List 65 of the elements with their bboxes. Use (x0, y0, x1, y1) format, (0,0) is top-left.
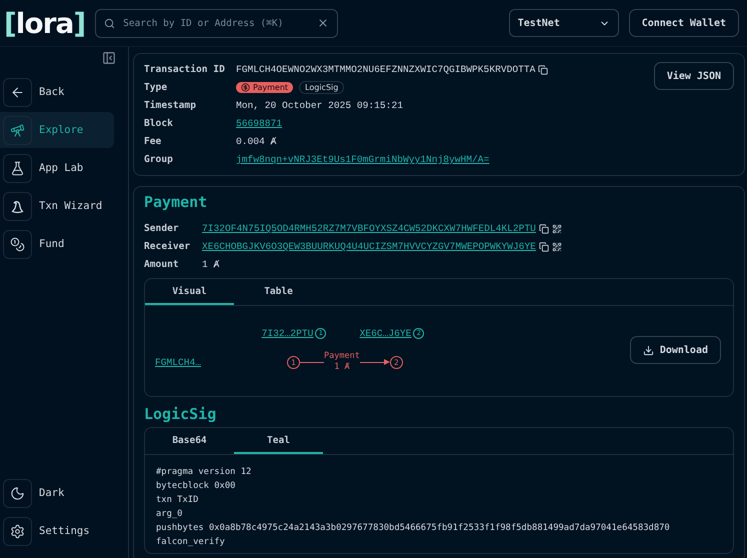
account-link[interactable]: 7I32…2PTU (262, 326, 314, 340)
field-label: Fee (144, 135, 162, 149)
qr-code-icon[interactable] (552, 242, 562, 252)
field-label: Group (144, 153, 174, 167)
transaction-link[interactable]: FGMLCH4… (155, 354, 245, 370)
field-label: Amount (144, 258, 180, 272)
field-link[interactable]: jmfw8nqn+vNRJ3Et9Us1F0mGrmiNbWyy1Nnj8ywHM/A= (236, 152, 490, 167)
tab[interactable]: Visual (145, 279, 234, 305)
address-link[interactable]: 7I32OF4N75IQ5OD4RMH52RZ7M7VBFOYXSZ4CW52DKCXW7HWFEDL4KL2PTU (202, 221, 536, 236)
flask-icon (10, 160, 25, 176)
section-title: Payment (144, 193, 208, 211)
telescope-icon (10, 122, 25, 138)
view-json-button[interactable]: View JSON (654, 62, 734, 90)
field-link[interactable]: 56698871 (236, 116, 282, 131)
field-label: Transaction ID (144, 63, 226, 77)
code-line: txn TxID (156, 494, 200, 507)
copy-icon[interactable] (538, 64, 548, 74)
tab[interactable]: Table (234, 279, 323, 305)
code-line: falcon_verify (156, 536, 226, 549)
search-icon (104, 18, 116, 28)
code-line: arg_0 (156, 508, 184, 521)
address-link[interactable]: XE6CHOBGJKV6O3QEW3BUURKUQ4U4UCIZSM7HVVCYZGV7MWEPOPWKYWJ6YE (202, 239, 536, 254)
code-line: bytecblock 0x00 (156, 480, 236, 493)
sidebar-item[interactable]: Fund (0, 226, 114, 262)
field-label: Type (144, 81, 168, 95)
copy-icon[interactable] (538, 224, 549, 234)
code-line: #pragma version 12 (156, 466, 252, 479)
collapse-sidebar-icon[interactable] (102, 51, 116, 65)
download-icon (642, 344, 654, 356)
field-label: Receiver (144, 240, 192, 254)
arrow-label: Payment 1 Ⱥ (324, 351, 360, 373)
field-value: Mon, 20 October 2025 09:15:21 (236, 99, 403, 113)
qr-code-icon[interactable] (552, 224, 562, 234)
field-label: Timestamp (144, 99, 197, 113)
moon-icon (10, 486, 25, 500)
copy-icon[interactable] (538, 242, 549, 252)
field-label: Block (144, 117, 174, 131)
tab[interactable]: Base64 (145, 428, 234, 454)
section-title: LogicSig (144, 405, 218, 423)
sidebar-item[interactable]: Txn Wizard (0, 188, 114, 224)
type-tag: Payment (236, 82, 294, 93)
sidebar-item[interactable]: Settings (0, 513, 114, 549)
settings-icon (10, 524, 25, 538)
sidebar-item[interactable]: Dark (0, 475, 114, 511)
tab[interactable]: Teal (234, 428, 323, 454)
wizard-hat-icon (10, 198, 25, 214)
search-field[interactable]: Search by ID or Address (⌘K) (95, 8, 338, 38)
coins-icon (10, 236, 25, 252)
type-tag: LogicSig (299, 81, 344, 94)
lora-logo[interactable]: [lora] (4, 6, 86, 40)
download-button[interactable]: Download (630, 336, 721, 364)
field-value: FGMLCH4OEWNO2WX3MTMMO2NU6EFZNNZXWIC7QGIBWPK5KRVDOTTA (236, 63, 536, 77)
field-value: 0.004 Ⱥ (236, 135, 276, 149)
sidebar-item[interactable]: App Lab (0, 150, 114, 186)
field-label: Sender (144, 222, 180, 236)
code-line: pushbytes 0x0a8b78c4975c24a2143a3b0297677830bd5466675fb91f2533f1f98f5db881499ad7da97041e64583d870 (156, 522, 671, 535)
field-value: 1 Ⱥ (202, 258, 220, 272)
search-input[interactable]: Search by ID or Address (⌘K) (121, 16, 312, 30)
dollar-icon (241, 83, 250, 92)
close-icon[interactable] (317, 17, 330, 29)
sidebar-item[interactable]: Explore (0, 112, 114, 148)
network-select[interactable]: TestNet (508, 9, 619, 37)
account-link[interactable]: XE6C…J6YE (360, 326, 412, 340)
sidebar-item[interactable]: Back (0, 74, 114, 110)
connect-wallet-button[interactable]: Connect Wallet (628, 9, 739, 37)
